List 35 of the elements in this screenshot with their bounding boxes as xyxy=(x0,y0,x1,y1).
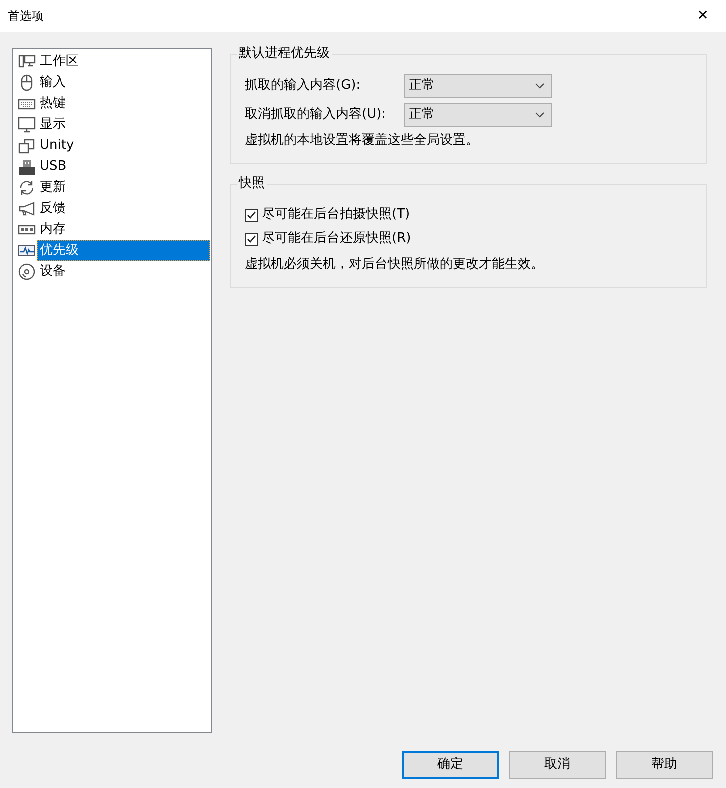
sidebar-item[interactable]: 优先级 xyxy=(37,240,210,261)
monitor-icon xyxy=(18,116,36,134)
sidebar-item[interactable]: 热键 xyxy=(37,93,210,114)
close-button[interactable]: ✕ xyxy=(680,0,726,32)
checkbox-label: 尽可能在后台还原快照(R) xyxy=(262,230,412,248)
window-title: 首选项 xyxy=(8,8,44,25)
refresh-icon xyxy=(18,178,36,196)
sidebar-item[interactable]: 反馈 xyxy=(37,198,210,219)
chevron-down-icon xyxy=(535,82,545,88)
windows-icon xyxy=(18,136,36,154)
note-text: 虚拟机的本地设置将覆盖这些全局设置。 xyxy=(245,132,480,150)
sidebar-item[interactable]: 显示 xyxy=(37,114,210,135)
dialog-button[interactable]: 帮助 xyxy=(616,751,713,779)
sidebar-item[interactable]: Unity xyxy=(37,135,210,156)
disc-icon xyxy=(18,262,36,280)
checkbox[interactable] xyxy=(245,232,258,246)
dialog-button[interactable]: 确定 xyxy=(402,751,499,779)
sidebar-item[interactable]: 更新 xyxy=(37,177,210,198)
sidebar-item[interactable]: 工作区 xyxy=(37,51,210,72)
sidebar-item[interactable]: 设备 xyxy=(37,261,210,282)
chevron-down-icon xyxy=(535,112,545,118)
sidebar-item[interactable]: 输入 xyxy=(37,72,210,93)
dropdown[interactable]: 正常 xyxy=(404,102,552,126)
dropdown[interactable]: 正常 xyxy=(404,74,552,98)
note-text: 虚拟机必须关机，对后台快照所做的更改才能生效。 xyxy=(245,256,545,274)
field-label: 取消抓取的输入内容(U): xyxy=(245,106,388,124)
field-label: 抓取的输入内容(G): xyxy=(245,76,362,95)
sidebar-item[interactable]: USB xyxy=(37,156,210,177)
checkbox-label: 尽可能在后台拍摄快照(T) xyxy=(262,206,410,224)
sidebar-item[interactable]: 内存 xyxy=(37,219,210,240)
monitor-icon xyxy=(18,52,36,70)
checkbox[interactable] xyxy=(245,208,258,222)
usb-icon xyxy=(18,158,36,176)
dialog-button[interactable]: 取消 xyxy=(509,751,606,779)
megaphone-icon xyxy=(18,200,36,218)
